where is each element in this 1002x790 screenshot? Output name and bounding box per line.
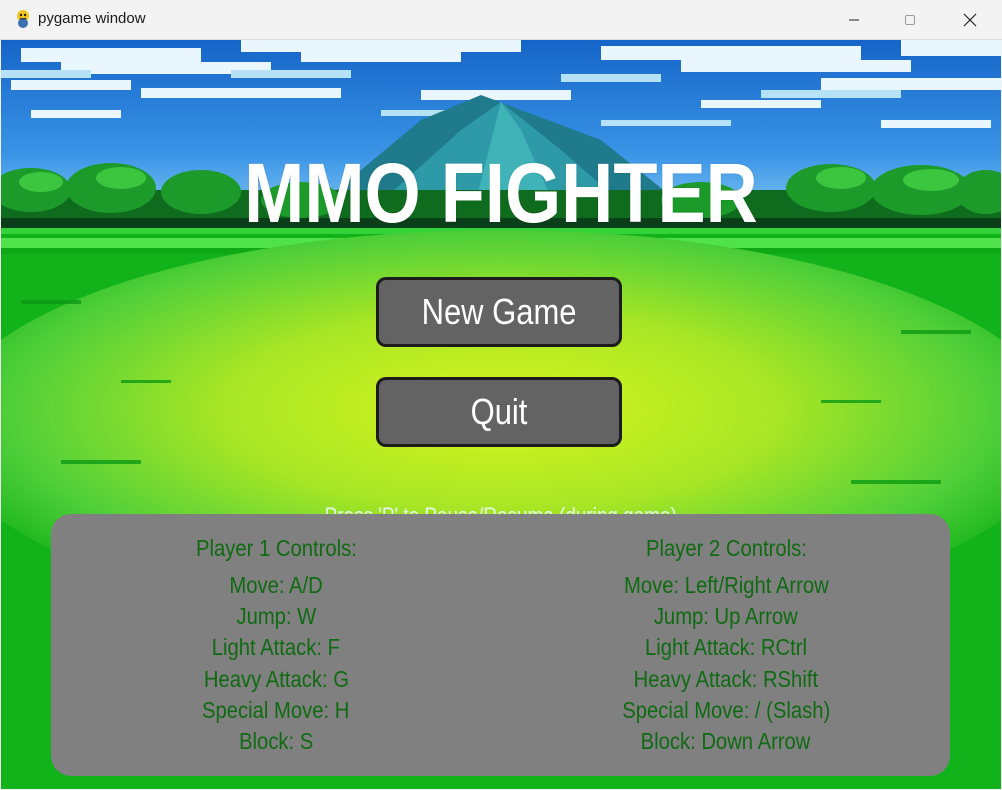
player2-controls-header: Player 2 Controls: [645,535,807,561]
control-line: Jump: Up Arrow [654,603,798,630]
control-line: Special Move: H [202,696,350,723]
pygame-snake-icon [17,10,29,28]
control-line: Heavy Attack: G [203,665,349,692]
control-line: Jump: W [236,603,316,630]
minimize-button[interactable] [831,0,877,39]
quit-button[interactable]: Quit [376,377,622,447]
control-line: Block: S [238,727,314,754]
player1-controls: Player 1 Controls: Move: A/D Jump: W Lig… [76,534,476,757]
control-line: Block: Down Arrow [641,727,811,754]
quit-label: Quit [470,391,528,432]
new-game-button[interactable]: New Game [376,277,622,347]
control-line: Move: A/D [229,572,323,598]
window-titlebar: pygame window [0,0,1002,40]
minimize-icon [849,19,859,20]
control-line: Move: Left/Right Arrow [623,572,829,598]
new-game-label: New Game [421,291,577,332]
player1-controls-header: Player 1 Controls: [195,535,357,561]
close-icon [963,13,977,26]
control-line: Special Move: / (Slash) [621,696,831,723]
close-button[interactable] [947,0,993,39]
player2-controls: Player 2 Controls: Move: Left/Right Arro… [526,534,926,757]
game-canvas[interactable]: MMO FIGHTER New Game Quit Press 'P' to P… [1,40,1001,789]
control-line: Light Attack: F [211,634,341,661]
game-title: MMO FIGHTER [244,146,758,240]
maximize-icon [905,14,915,25]
controls-panel: Player 1 Controls: Move: A/D Jump: W Lig… [51,514,950,776]
window-title: pygame window [38,10,146,27]
control-line: Heavy Attack: RShift [633,665,819,692]
control-line: Light Attack: RCtrl [644,634,807,661]
maximize-button[interactable] [887,0,933,39]
